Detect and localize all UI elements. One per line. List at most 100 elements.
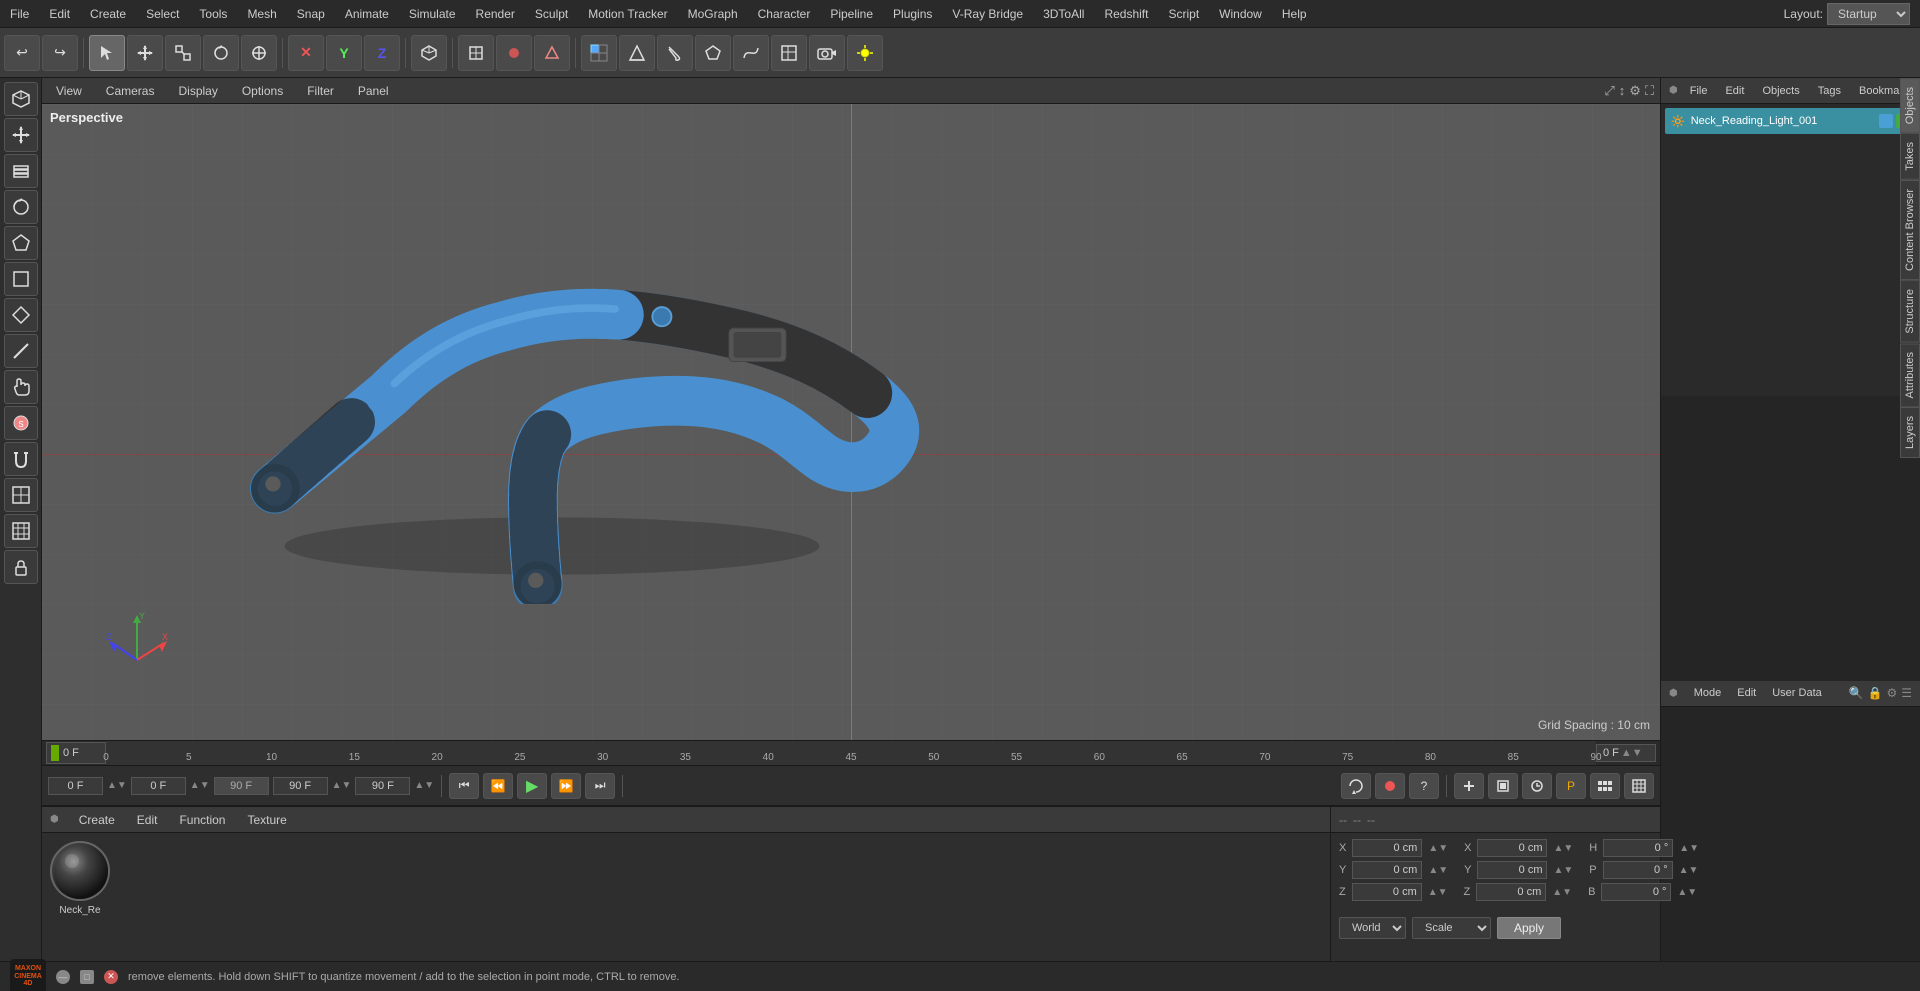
view-persp-button[interactable] <box>619 35 655 71</box>
vp-menu-panel[interactable]: Panel <box>350 82 397 100</box>
tab-attributes[interactable]: Attributes <box>1900 343 1920 407</box>
coord-system-dropdown[interactable]: World Local <box>1339 917 1406 939</box>
tab-structure[interactable]: Structure <box>1900 280 1920 343</box>
menu-item-sculpt[interactable]: Sculpt <box>525 3 578 25</box>
tab-layers[interactable]: Layers <box>1900 407 1920 458</box>
rotate-tool-button[interactable] <box>203 35 239 71</box>
menu-item-window[interactable]: Window <box>1209 3 1272 25</box>
object-row-0[interactable]: 🔆 Neck_Reading_Light_001 <box>1665 108 1916 134</box>
step-back-button[interactable]: ⏪ <box>483 773 513 799</box>
vp-menu-cameras[interactable]: Cameras <box>98 82 163 100</box>
sidebar-tool-line[interactable] <box>4 334 38 368</box>
menu-item-animate[interactable]: Animate <box>335 3 399 25</box>
undo-button[interactable]: ↩ <box>4 35 40 71</box>
sidebar-tool-move[interactable] <box>4 118 38 152</box>
menu-item-plugins[interactable]: Plugins <box>883 3 942 25</box>
menu-item-snap[interactable]: Snap <box>287 3 335 25</box>
coord-b-rot[interactable] <box>1601 883 1671 901</box>
attr-settings-icon[interactable]: ⚙ <box>1886 686 1897 700</box>
material-item-0[interactable]: Neck_Re <box>50 841 110 916</box>
object-mode-button[interactable] <box>411 35 447 71</box>
coord-z-rot[interactable] <box>1476 883 1546 901</box>
menu-item-tools[interactable]: Tools <box>189 3 237 25</box>
z-axis-button[interactable]: Z <box>364 35 400 71</box>
coord-x-rot[interactable] <box>1477 839 1547 857</box>
menu-item-mograph[interactable]: MoGraph <box>678 3 748 25</box>
sidebar-tool-lock[interactable] <box>4 550 38 584</box>
sidebar-tool-hand[interactable] <box>4 370 38 404</box>
select-tool-button[interactable] <box>89 35 125 71</box>
sidebar-tool-box[interactable] <box>4 262 38 296</box>
vp-menu-display[interactable]: Display <box>170 82 225 100</box>
menu-item-render[interactable]: Render <box>466 3 525 25</box>
sidebar-tool-magnet[interactable] <box>4 442 38 476</box>
tab-objects[interactable]: Objects <box>1900 78 1920 133</box>
grid-tool-button[interactable] <box>771 35 807 71</box>
sidebar-tool-diamond[interactable] <box>4 298 38 332</box>
step-forward-button[interactable]: ⏩ <box>551 773 581 799</box>
move-tool-button[interactable] <box>127 35 163 71</box>
y-axis-button[interactable]: Y <box>326 35 362 71</box>
view-front-button[interactable] <box>581 35 617 71</box>
frame-indicator-display[interactable]: 0 F ▲▼ <box>1596 744 1656 762</box>
vp-expand-icon[interactable]: ⤢ <box>1604 83 1614 99</box>
sidebar-tool-cube[interactable] <box>4 82 38 116</box>
mat-menu-create[interactable]: Create <box>73 811 121 829</box>
restore-button[interactable]: □ <box>80 970 94 984</box>
mat-menu-edit[interactable]: Edit <box>131 811 164 829</box>
autokey-button[interactable] <box>534 35 570 71</box>
menu-item-help[interactable]: Help <box>1272 3 1317 25</box>
rp-menu-file[interactable]: File <box>1684 83 1714 99</box>
menu-item-v-ray-bridge[interactable]: V-Ray Bridge <box>942 3 1033 25</box>
menu-item-pipeline[interactable]: Pipeline <box>820 3 883 25</box>
minimize-button[interactable]: — <box>56 970 70 984</box>
rp-menu-tags[interactable]: Tags <box>1812 83 1847 99</box>
menu-item-character[interactable]: Character <box>748 3 821 25</box>
sidebar-tool-layer[interactable] <box>4 154 38 188</box>
coord-p-rot[interactable] <box>1603 861 1673 879</box>
viewport-3d[interactable]: Perspective <box>42 104 1660 740</box>
nav-button-2[interactable] <box>1488 773 1518 799</box>
coord-x-pos[interactable] <box>1352 839 1422 857</box>
frame-end-field[interactable]: 90 F <box>273 777 328 795</box>
camera-tool-button[interactable] <box>809 35 845 71</box>
menu-item-edit[interactable]: Edit <box>39 3 80 25</box>
attr-menu-edit[interactable]: Edit <box>1733 685 1760 701</box>
loop-button[interactable] <box>1341 773 1371 799</box>
menu-item-motion-tracker[interactable]: Motion Tracker <box>578 3 677 25</box>
vp-menu-options[interactable]: Options <box>234 82 291 100</box>
sidebar-tool-grid[interactable] <box>4 478 38 512</box>
sidebar-tool-circle[interactable]: S <box>4 406 38 440</box>
coord-y-rot[interactable] <box>1477 861 1547 879</box>
close-button[interactable]: ✕ <box>104 970 118 984</box>
tab-content-browser[interactable]: Content Browser <box>1900 180 1920 280</box>
menu-item-mesh[interactable]: Mesh <box>237 3 286 25</box>
layout-select[interactable]: Startup Standard <box>1827 3 1910 25</box>
nav-button-1[interactable] <box>1454 773 1484 799</box>
apply-button[interactable]: Apply <box>1497 917 1561 939</box>
timeline-start-frame[interactable]: 0 F <box>46 742 106 764</box>
attr-menu-mode[interactable]: Mode <box>1690 685 1726 701</box>
scale-tool-button[interactable] <box>165 35 201 71</box>
frame-start-field[interactable]: 0 F <box>48 777 103 795</box>
polygon-tool-button[interactable] <box>695 35 731 71</box>
vp-menu-filter[interactable]: Filter <box>299 82 342 100</box>
redo-button[interactable]: ↪ <box>42 35 78 71</box>
transform-tool-button[interactable] <box>241 35 277 71</box>
vp-fullscreen-icon[interactable]: ⛶ <box>1645 83 1654 99</box>
attr-more-icon[interactable]: ☰ <box>1901 686 1912 700</box>
attr-lock-icon[interactable]: 🔒 <box>1868 686 1883 700</box>
menu-item-redshift[interactable]: Redshift <box>1094 3 1158 25</box>
nav-button-5[interactable] <box>1590 773 1620 799</box>
nav-button-4[interactable]: P <box>1556 773 1586 799</box>
rp-menu-edit[interactable]: Edit <box>1719 83 1750 99</box>
timeline-track[interactable]: 051015202530354045505560657075808590 <box>106 741 1596 765</box>
menu-item-file[interactable]: File <box>0 3 39 25</box>
vp-arrow-icon[interactable]: ↕ <box>1619 83 1626 98</box>
coord-mode-dropdown[interactable]: Scale Position Rotation <box>1412 917 1491 939</box>
spline-tool-button[interactable] <box>733 35 769 71</box>
sidebar-tool-grid2[interactable] <box>4 514 38 548</box>
preview-end-field[interactable]: 90 F <box>355 777 410 795</box>
attr-search-icon[interactable]: 🔍 <box>1849 686 1864 700</box>
coord-z-pos[interactable] <box>1352 883 1422 901</box>
